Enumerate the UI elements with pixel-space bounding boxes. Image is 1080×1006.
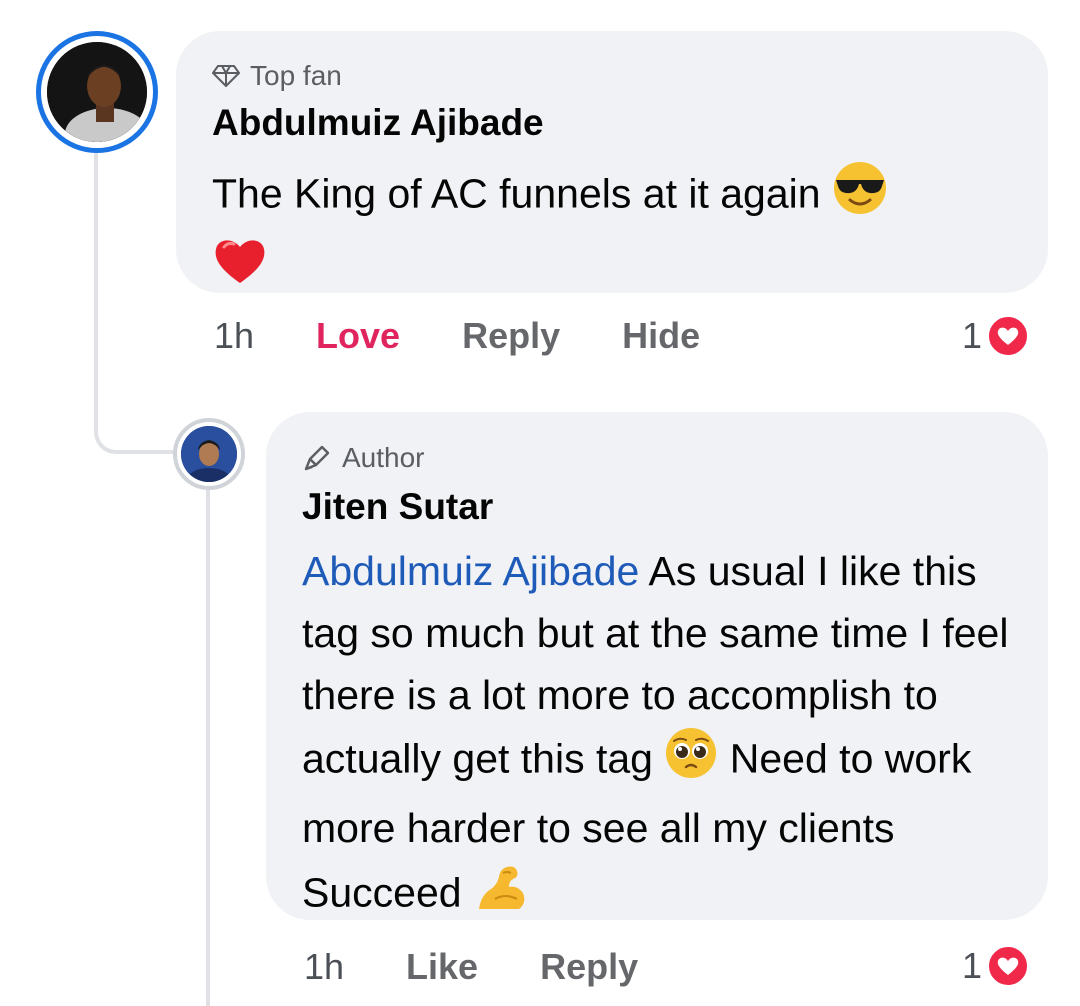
love-reaction-icon — [986, 314, 1031, 358]
badge-label: Top fan — [250, 60, 342, 91]
reply-timestamp[interactable]: 1h — [304, 946, 344, 988]
smiling-face-with-sunglasses-emoji — [832, 160, 888, 233]
reaction-count: 1 — [962, 945, 983, 986]
love-reaction-icon — [986, 944, 1031, 988]
reply-button[interactable]: Reply — [462, 315, 560, 357]
flexed-biceps-emoji — [473, 859, 529, 932]
top-fan-badge: Top fan — [212, 60, 342, 92]
love-button[interactable]: Love — [316, 315, 400, 357]
reply-author-name[interactable]: Jiten Sutar — [302, 486, 493, 528]
pen-icon — [304, 445, 330, 471]
red-heart-emoji — [212, 233, 268, 306]
reply-author-avatar[interactable] — [173, 418, 245, 490]
reply-thread-line — [206, 488, 210, 1006]
commenter-photo — [47, 42, 147, 142]
reaction-count: 1 — [962, 315, 983, 356]
reaction-summary[interactable]: 1 — [962, 314, 1031, 358]
like-button[interactable]: Like — [406, 946, 478, 988]
mention-link[interactable]: Abdulmuiz Ajibade — [302, 548, 639, 594]
badge-label: Author — [342, 442, 425, 473]
author-badge: Author — [302, 442, 425, 474]
reply-connector-curve — [94, 380, 178, 454]
comment-author-name[interactable]: Abdulmuiz Ajibade — [212, 102, 544, 144]
comment-text: The King of AC funnels at it again — [212, 160, 1022, 306]
reply-text: Abdulmuiz Ajibade As usual I like this t… — [302, 540, 1022, 932]
commenter-avatar[interactable] — [36, 31, 158, 153]
reply-actions: 1h Like Reply — [304, 946, 700, 988]
comment-body: The King of AC funnels at it again — [212, 170, 821, 217]
pleading-face-emoji — [664, 726, 718, 797]
reply-button[interactable]: Reply — [540, 946, 638, 988]
reaction-summary[interactable]: 1 — [962, 944, 1031, 988]
comment-actions: 1h Love Reply Hide — [214, 315, 762, 357]
diamond-icon — [212, 65, 240, 87]
comment-timestamp[interactable]: 1h — [214, 315, 254, 357]
hide-button[interactable]: Hide — [622, 315, 700, 357]
reply-author-photo — [181, 426, 237, 482]
